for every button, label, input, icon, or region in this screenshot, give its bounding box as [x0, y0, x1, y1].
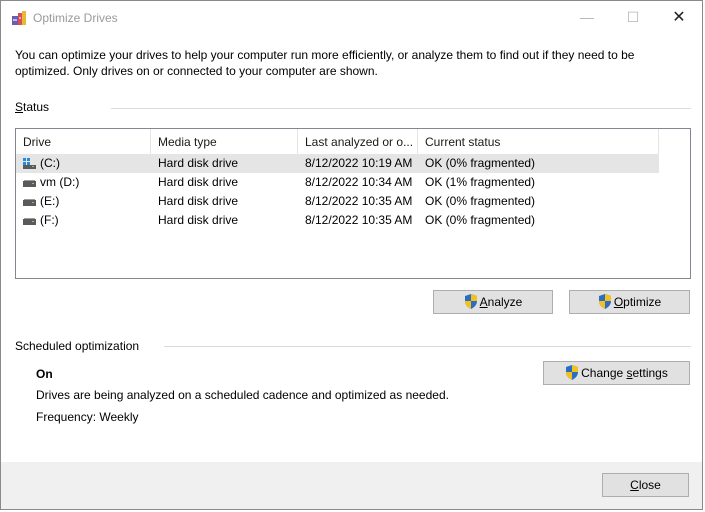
drive-list-header: Drive Media type Last analyzed or o... C… [16, 129, 690, 155]
drive-row-e[interactable]: (E:) Hard disk drive 8/12/2022 10:35 AM … [16, 192, 659, 211]
column-header-current-status[interactable]: Current status [418, 129, 659, 155]
drive-media-type: Hard disk drive [158, 194, 239, 208]
optimize-accesskey: O [613, 295, 624, 309]
optimize-button[interactable]: Optimize [569, 290, 690, 314]
drive-icon [23, 218, 36, 225]
status-divider [111, 108, 691, 109]
analyze-label: nalyze [487, 295, 523, 309]
windows-drive-icon [23, 158, 36, 169]
column-header-last-analyzed[interactable]: Last analyzed or o... [298, 129, 418, 155]
drive-media-type: Hard disk drive [158, 156, 239, 170]
drive-row-d[interactable]: vm (D:) Hard disk drive 8/12/2022 10:34 … [16, 173, 659, 192]
column-header-media-type[interactable]: Media type [151, 129, 298, 155]
status-label-accesskey: S [15, 100, 24, 114]
close-button[interactable]: Close [602, 473, 689, 497]
drive-status: OK (1% fragmented) [425, 175, 536, 189]
uac-shield-icon [464, 293, 477, 309]
change-settings-button[interactable]: Change settings [543, 361, 690, 385]
status-section-label: Status [15, 100, 49, 114]
change-settings-label-first: Change [581, 366, 627, 380]
drive-name: (E:) [40, 194, 60, 208]
status-label-rest: tatus [23, 100, 50, 114]
column-header-drive[interactable]: Drive [16, 129, 151, 155]
optimize-label: ptimize [623, 295, 662, 309]
dialog-footer: Close [1, 462, 702, 509]
window-close-button[interactable]: ✕ [656, 1, 702, 34]
uac-shield-icon [566, 364, 579, 380]
drive-list[interactable]: Drive Media type Last analyzed or o... C… [15, 128, 691, 279]
defrag-app-icon [12, 11, 26, 25]
drive-status: OK (0% fragmented) [425, 156, 536, 170]
drive-last-analyzed: 8/12/2022 10:35 AM [305, 213, 413, 227]
close-accesskey: C [630, 478, 639, 492]
drive-status: OK (0% fragmented) [425, 213, 536, 227]
window-title: Optimize Drives [33, 11, 118, 25]
close-label: lose [638, 478, 661, 492]
drive-icon [23, 180, 36, 187]
drive-row-f[interactable]: (F:) Hard disk drive 8/12/2022 10:35 AM … [16, 211, 659, 230]
analyze-button[interactable]: Analyze [433, 290, 553, 314]
drive-name: (F:) [40, 213, 59, 227]
drive-last-analyzed: 8/12/2022 10:19 AM [305, 156, 413, 170]
schedule-state: On [36, 367, 53, 381]
maximize-button[interactable]: ☐ [610, 1, 656, 34]
drive-media-type: Hard disk drive [158, 213, 239, 227]
drive-name: (C:) [40, 156, 60, 170]
scheduled-divider [164, 346, 691, 347]
title-bar[interactable]: Optimize Drives — ☐ ✕ [1, 1, 704, 35]
schedule-description: Drives are being analyzed on a scheduled… [36, 388, 449, 402]
intro-text: You can optimize your drives to help you… [15, 48, 635, 78]
analyze-accesskey: A [479, 295, 488, 309]
drive-last-analyzed: 8/12/2022 10:35 AM [305, 194, 413, 208]
drive-icon [23, 199, 36, 206]
drive-last-analyzed: 8/12/2022 10:34 AM [305, 175, 413, 189]
minimize-button[interactable]: — [564, 1, 610, 34]
optimize-drives-window: Optimize Drives — ☐ ✕ You can optimize y… [0, 0, 703, 510]
drive-status: OK (0% fragmented) [425, 194, 536, 208]
change-settings-label-rest: ettings [632, 366, 668, 380]
scheduled-section-label: Scheduled optimization [15, 339, 140, 353]
drive-row-c[interactable]: (C:) Hard disk drive 8/12/2022 10:19 AM … [16, 154, 659, 173]
drive-name: vm (D:) [40, 175, 80, 189]
uac-shield-icon [598, 293, 611, 309]
schedule-frequency: Frequency: Weekly [36, 410, 139, 424]
drive-media-type: Hard disk drive [158, 175, 239, 189]
